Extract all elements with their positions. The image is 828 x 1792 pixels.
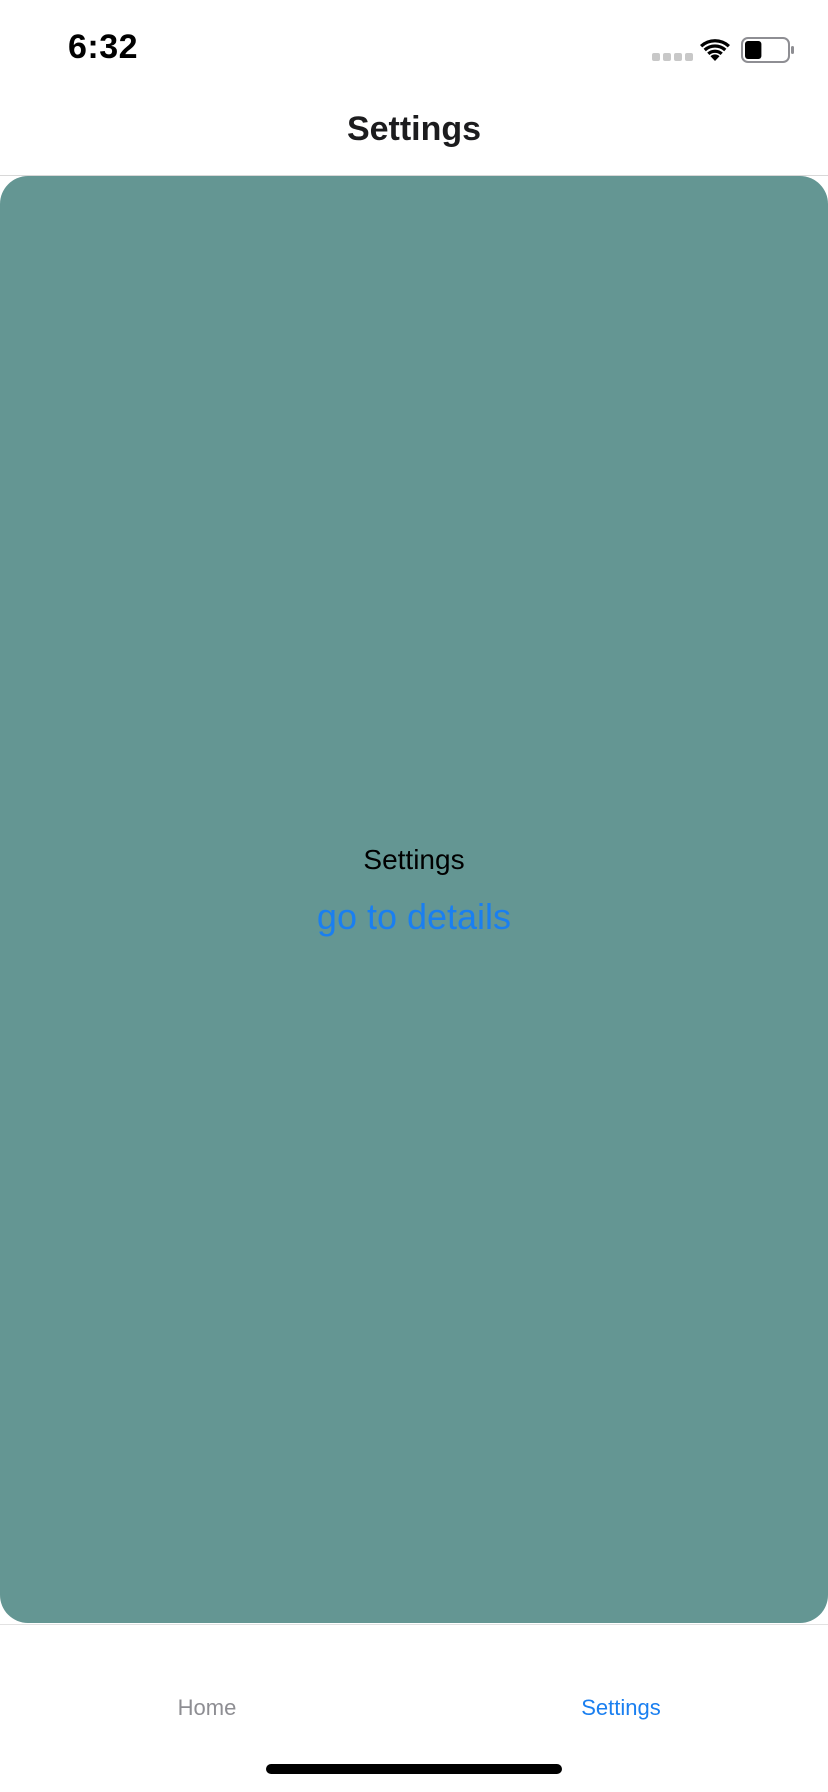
home-indicator — [266, 1764, 562, 1774]
status-bar: 6:32 — [0, 0, 828, 88]
settings-label: Settings — [363, 844, 465, 875]
wifi-icon — [700, 39, 730, 61]
tab-home[interactable]: Home — [0, 1695, 414, 1721]
settings-content-panel: Settings go to details — [0, 176, 828, 1623]
app-screen: 6:32 Settings Settings go to details Hom… — [0, 0, 828, 1792]
battery-icon — [741, 37, 794, 63]
nav-header: Settings — [0, 88, 828, 176]
tab-settings[interactable]: Settings — [414, 1695, 828, 1721]
page-title: Settings — [346, 110, 482, 148]
go-to-details-link[interactable]: go to details — [0, 896, 828, 938]
signal-dots-icon — [652, 53, 693, 61]
status-time: 6:32 — [68, 28, 139, 66]
